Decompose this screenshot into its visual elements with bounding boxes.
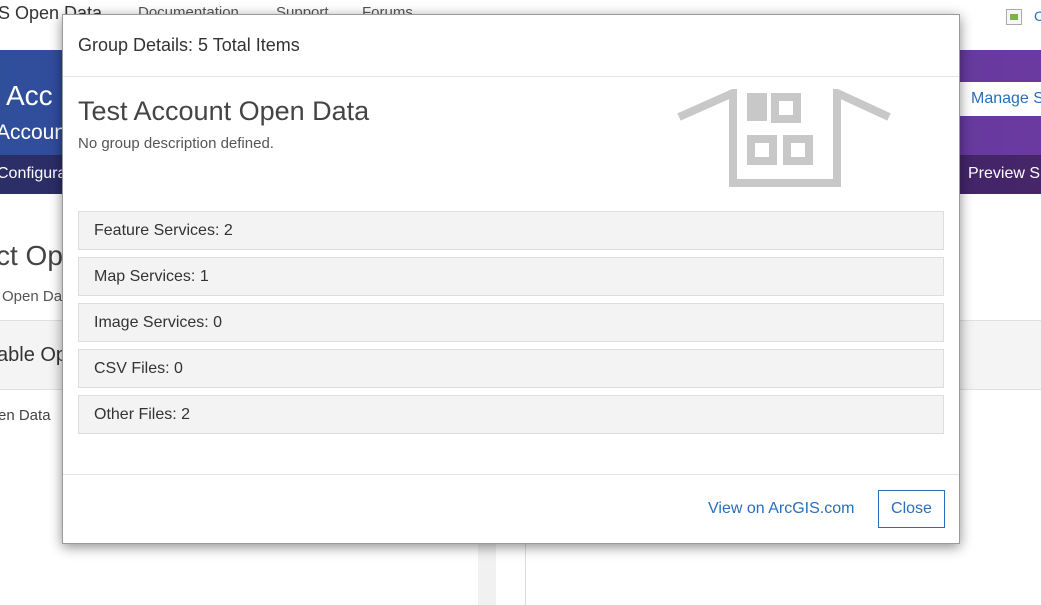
stat-label: Image Services: 0 (94, 314, 223, 331)
modal-header: Group Details: 5 Total Items (63, 15, 959, 77)
stat-label: Map Services: 1 (94, 268, 209, 285)
stat-image-services: Image Services: 0 (78, 303, 944, 342)
group-building-icon (677, 89, 891, 187)
modal-footer: View on ArcGIS.com Close (63, 474, 959, 545)
view-on-arcgis-link[interactable]: View on ArcGIS.com (708, 500, 854, 518)
stat-csv-files: CSV Files: 0 (78, 349, 944, 388)
stat-other-files: Other Files: 2 (78, 395, 944, 434)
close-button[interactable]: Close (878, 490, 945, 528)
group-details-modal: Group Details: 5 Total Items Test Accoun… (62, 14, 960, 544)
stat-feature-services: Feature Services: 2 (78, 211, 944, 250)
stat-label: Other Files: 2 (94, 406, 191, 423)
close-button-label: Close (891, 500, 932, 517)
stat-label: Feature Services: 2 (94, 222, 233, 239)
modal-title: Group Details: 5 Total Items (78, 35, 300, 55)
group-description: No group description defined. (78, 135, 274, 152)
stat-map-services: Map Services: 1 (78, 257, 944, 296)
stat-label: CSV Files: 0 (94, 360, 183, 377)
group-title: Test Account Open Data (78, 96, 370, 126)
